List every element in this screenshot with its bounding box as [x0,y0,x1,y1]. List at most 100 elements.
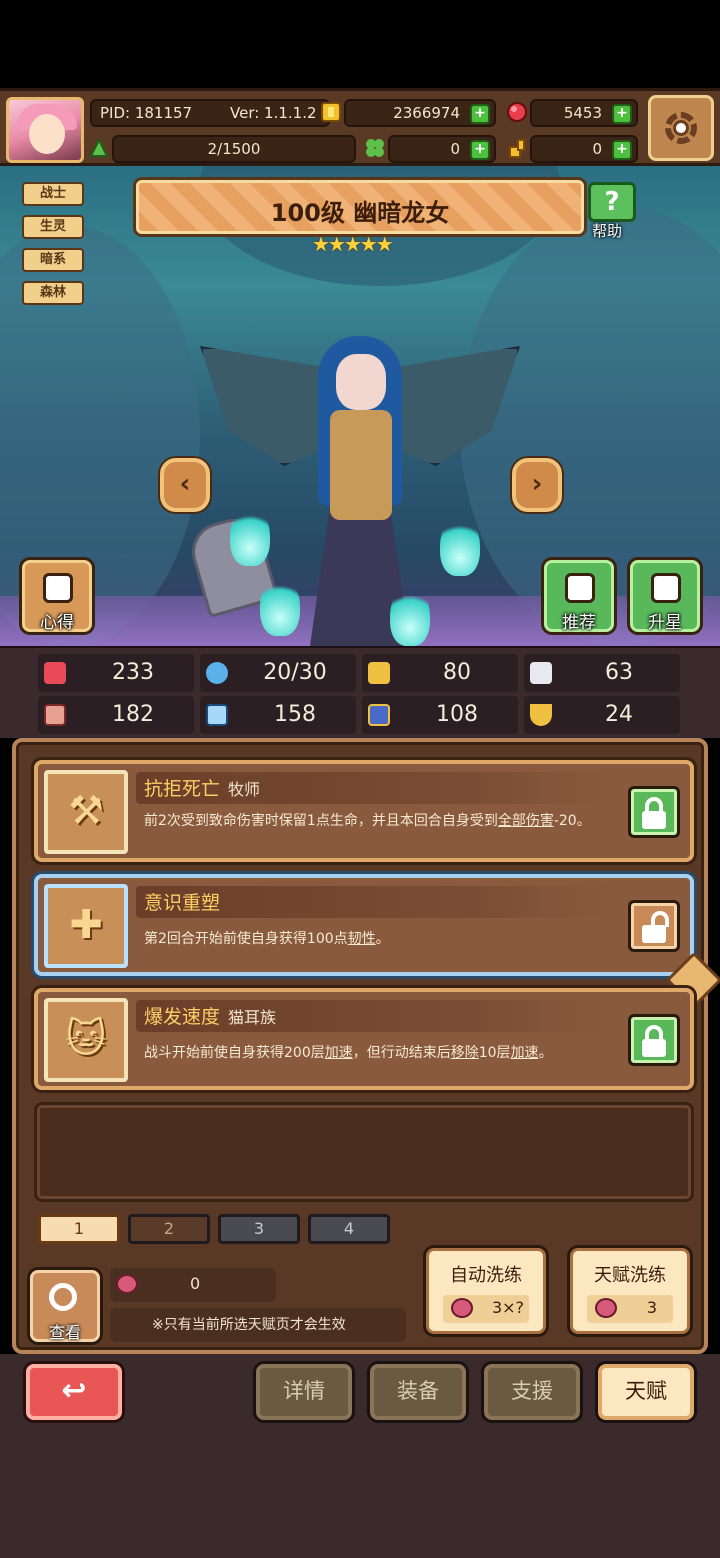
desc-keyword[interactable]: 加速 [511,1045,539,1061]
talent-name: 抗拒死亡 牧师 [144,774,260,801]
xinde-button[interactable]: 心得 [22,560,92,633]
lock-body [642,925,666,943]
stat-mana-value: 20/30 [263,660,327,685]
book-icon [206,704,228,726]
stat-shield-value: 108 [436,702,478,727]
tab-page-1[interactable]: 1 [38,1214,120,1244]
energy-leaf-icon [89,137,109,157]
hero-body [330,410,392,520]
tag-race[interactable]: 生灵 [22,215,84,239]
view-label: 查看 [48,1323,81,1342]
status-bar-area [0,0,720,88]
talent-wash-cost: 3 [587,1295,673,1323]
talent-title: 爆发速度 [144,1006,221,1028]
recommend-label: 推荐 [562,613,596,633]
tab-equipment[interactable]: 装备 [370,1364,466,1420]
hero-head [336,354,386,410]
armor-plate-icon [368,704,390,726]
tab-talent[interactable]: 天赋 [598,1364,694,1420]
desc-text: 第2回合开始前使自身获得100点 [144,931,348,947]
energy-value: 2/1500 [207,140,261,158]
tag-class[interactable]: 战士 [22,182,84,206]
tab-page-2[interactable]: 2 [128,1214,210,1244]
talent-slot-3[interactable]: 🐱 爆发速度 猫耳族 战斗开始前使自身获得200层加速，但行动结束后移除10层加速… [34,988,694,1090]
wing-icon [530,662,552,684]
stat-magic: 158 [200,696,356,734]
heart-icon [44,662,66,684]
talent-wash-button[interactable]: 天赋洗练 3 [570,1248,690,1334]
gold-add-button[interactable]: + [470,104,490,124]
version-text: Ver: 1.1.1.2 [230,104,317,122]
fruit-icon [595,1298,617,1318]
talent-slot-2[interactable]: ✚ 意识重塑 第2回合开始前使自身获得100点韧性。 [34,874,694,976]
desc-keyword[interactable]: 韧性 [348,931,376,947]
magnifier-icon [49,1283,77,1311]
tab-details[interactable]: 详情 [256,1364,352,1420]
lock-button[interactable] [628,786,680,838]
pid-text: PID: 181157 [100,104,193,122]
stat-hp-value: 233 [112,660,154,685]
view-button[interactable]: 查看 [30,1270,100,1342]
stat-hp: 233 [38,654,194,692]
stat-attack-value: 182 [112,702,154,727]
stat-speed: 63 [524,654,680,692]
flame-effect [440,516,480,576]
lock-body [642,1039,666,1057]
talent-description: 战斗开始前使自身获得200层加速，但行动结束后移除10层加速。 [144,1042,614,1064]
auto-wash-button[interactable]: 自动洗练 3×? [426,1248,546,1334]
stat-attack: 182 [38,696,194,734]
flame-effect [260,576,300,636]
lock-body [642,811,666,829]
desc-keyword[interactable]: 加速 [325,1045,353,1061]
gold-pill: 2366974 + [344,99,496,127]
tag-element[interactable]: 暗系 [22,248,84,272]
key-add-button[interactable]: + [612,140,632,160]
key-icon [509,139,525,158]
tab-page-3[interactable]: 3 [218,1214,300,1244]
gem-add-button[interactable]: + [612,104,632,124]
hero-tags: 战士 生灵 暗系 森林 [22,182,86,314]
scroll-icon [43,573,73,603]
lock-button[interactable] [628,1014,680,1066]
talent-slot-1[interactable]: ⚒ 抗拒死亡 牧师 前2次受到致命伤害时保留1点生命，并且本回合自身受到全部伤害-… [34,760,694,862]
desc-keyword[interactable]: 移除 [451,1045,479,1061]
desc-keyword[interactable]: 全部伤害 [498,813,554,829]
tag-terrain[interactable]: 森林 [22,281,84,305]
talent-tribe: 猫耳族 [228,1008,277,1027]
talent-glyph: ✚ [69,902,103,948]
auto-wash-cost: 3×? [443,1295,529,1323]
back-button[interactable]: ↩ [26,1364,122,1420]
star-up-button[interactable]: 升星 [630,560,700,633]
recommend-button[interactable]: 推荐 [544,560,614,633]
stat-shield: 108 [362,696,518,734]
tab-support[interactable]: 支援 [484,1364,580,1420]
star-up-label: 升星 [648,613,682,633]
talent-glyph: 🐱 [65,1016,107,1062]
settings-button[interactable] [648,95,714,161]
gear-center [673,120,689,136]
stat-armor: 80 [362,654,518,692]
fruit-counter: 0 [110,1268,276,1302]
desc-text: -20。 [553,813,591,829]
hammer-icon: ⚒ [44,770,128,854]
gold-amount: 2366974 [393,104,460,122]
clover-add-button[interactable]: + [470,140,490,160]
hero-stats: 233 20/30 80 63 182 158 108 24 [0,646,720,738]
unlock-button[interactable] [628,900,680,952]
desc-text: 。 [538,1045,553,1061]
stat-magic-value: 158 [274,702,316,727]
stat-mana: 20/30 [200,654,356,692]
tab-page-4[interactable]: 4 [308,1214,390,1244]
help-button[interactable]: ? 帮助 [588,182,640,240]
player-avatar[interactable] [6,97,84,163]
talent-slot-empty[interactable] [34,1102,694,1202]
desc-text: ，但行动结束后 [352,1045,451,1061]
prev-hero-button[interactable]: ‹ [160,458,210,512]
talent-tribe: 牧师 [228,780,261,799]
next-hero-button[interactable]: › [512,458,562,512]
avatar-face [29,114,65,154]
fruit-icon [451,1298,473,1318]
flame-effect [390,586,430,646]
fruit-icon [116,1274,138,1294]
fist-icon [44,704,66,726]
